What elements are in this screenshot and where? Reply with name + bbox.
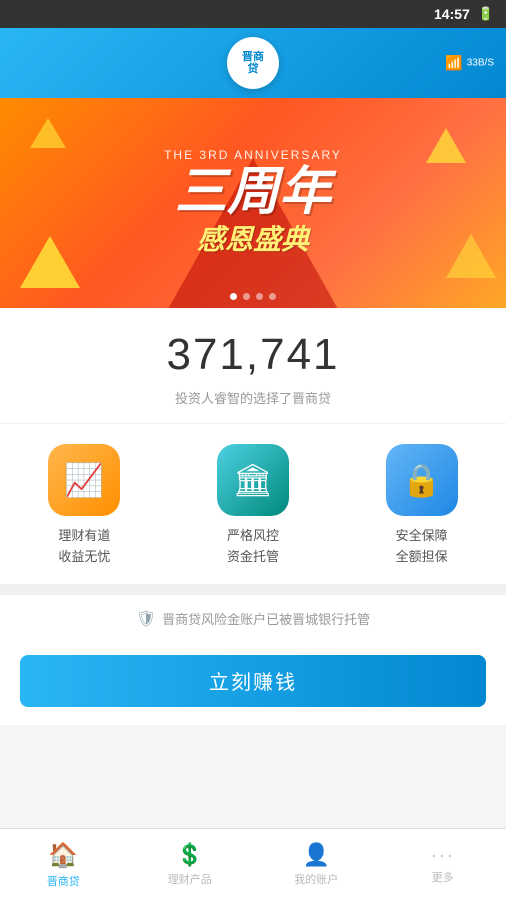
dot-1[interactable] [230, 293, 237, 300]
home-icon: 🏠 [48, 841, 78, 870]
deco-triangle-right2 [446, 234, 496, 278]
status-icons: 🔋 [478, 6, 494, 22]
header: 晋商 贷 📶 33B/S [0, 28, 506, 98]
deco-triangle-left [20, 236, 80, 288]
battery-icon: 🔋 [478, 6, 494, 22]
more-icon: ··· [431, 845, 455, 866]
logo-text: 晋商 贷 [242, 51, 264, 75]
features-section: 📈 理财有道 收益无忧 🏛 严格风控 资金托管 🔒 安全保障 全额担保 [0, 423, 506, 584]
feature-item-1[interactable]: 📈 理财有道 收益无忧 [14, 444, 154, 568]
header-right: 📶 33B/S [445, 55, 494, 72]
dot-2[interactable] [243, 293, 250, 300]
cta-button[interactable]: 立刻赚钱 [20, 655, 486, 707]
stats-section: 371,741 投资人睿智的选择了晋商贷 [0, 308, 506, 423]
deco-triangle-top [30, 118, 66, 148]
nav-label-more: 更多 [432, 869, 454, 885]
feature-label-2: 严格风控 资金托管 [227, 526, 279, 568]
feature-icon-wrap-2: 🏛 [217, 444, 289, 516]
feature-item-2[interactable]: 🏛 严格风控 资金托管 [183, 444, 323, 568]
nav-item-account[interactable]: 👤 我的账户 [253, 842, 380, 887]
products-icon: 💲 [176, 842, 203, 868]
cta-section: 立刻赚钱 [0, 643, 506, 725]
feature-item-3[interactable]: 🔒 安全保障 全额担保 [352, 444, 492, 568]
spacer [0, 584, 506, 594]
trust-text: 晋商贷风险金账户已被晋城银行托管 [162, 609, 370, 628]
banner: THE 3RD ANNIVERSARY 三周年 感恩盛典 [0, 98, 506, 308]
shield-icon: 🛡 [136, 609, 156, 629]
lock-icon: 🔒 [402, 461, 442, 499]
bottom-nav: 🏠 晋商贷 💲 理财产品 👤 我的账户 ··· 更多 [0, 828, 506, 900]
nav-label-products: 理财产品 [168, 871, 212, 887]
nav-item-home[interactable]: 🏠 晋商贷 [0, 841, 127, 889]
feature-label-1: 理财有道 收益无忧 [58, 526, 110, 568]
trust-section: 🛡 晋商贷风险金账户已被晋城银行托管 [0, 594, 506, 643]
nav-item-more[interactable]: ··· 更多 [380, 845, 506, 885]
stats-description: 投资人睿智的选择了晋商贷 [20, 388, 486, 407]
nav-label-account: 我的账户 [294, 871, 338, 887]
banner-title-sub: 感恩盛典 [164, 218, 342, 258]
banner-dots [230, 293, 276, 300]
feature-label-3: 安全保障 全额担保 [396, 526, 448, 568]
dot-4[interactable] [269, 293, 276, 300]
feature-icon-wrap-3: 🔒 [386, 444, 458, 516]
banner-subtitle: THE 3RD ANNIVERSARY [164, 148, 342, 162]
logo[interactable]: 晋商 贷 [227, 37, 279, 89]
feature-icon-wrap-1: 📈 [48, 444, 120, 516]
account-icon: 👤 [303, 842, 330, 868]
banner-content: THE 3RD ANNIVERSARY 三周年 感恩盛典 [164, 148, 342, 258]
stats-number: 371,741 [20, 330, 486, 380]
bank-icon: 🏛 [233, 461, 274, 499]
status-time: 14:57 [434, 6, 470, 22]
speed-text: 33B/S [467, 58, 494, 69]
deco-triangle-right [426, 128, 466, 163]
chart-icon: 📈 [64, 461, 104, 499]
dot-3[interactable] [256, 293, 263, 300]
status-bar: 14:57 🔋 [0, 0, 506, 28]
banner-title-main: 三周年 [164, 166, 342, 218]
wifi-icon: 📶 [445, 55, 462, 72]
nav-item-products[interactable]: 💲 理财产品 [127, 842, 254, 887]
nav-label-home: 晋商贷 [47, 873, 80, 889]
